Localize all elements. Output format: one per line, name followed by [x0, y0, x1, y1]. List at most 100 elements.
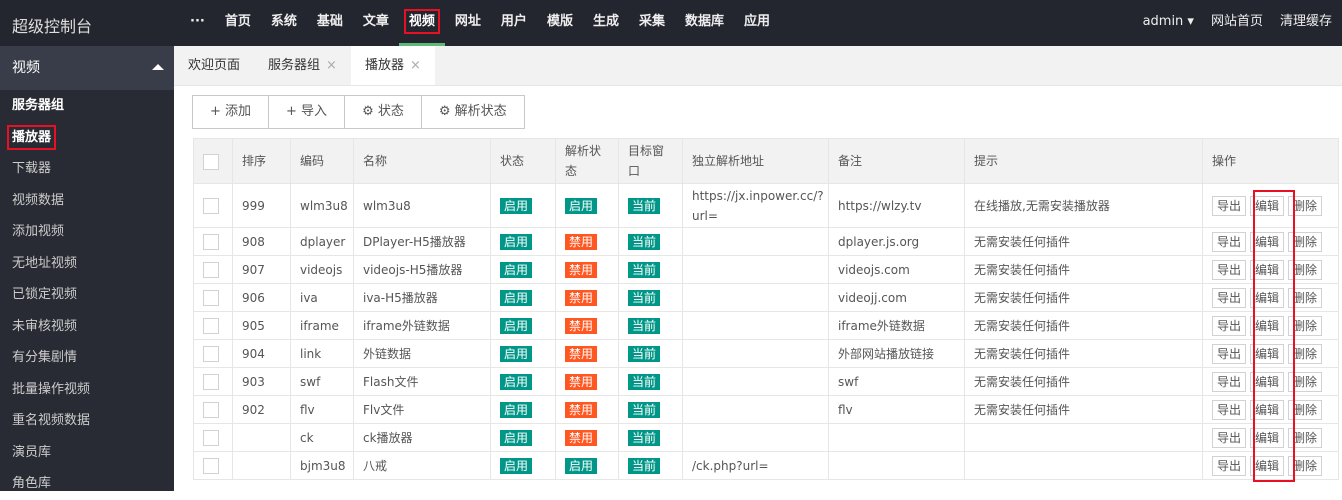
edit-button[interactable]: 编辑: [1250, 231, 1285, 252]
status-badge[interactable]: 禁用: [565, 373, 598, 390]
row-checkbox[interactable]: [203, 373, 219, 390]
delete-button[interactable]: 删除: [1288, 371, 1323, 392]
status-badge[interactable]: 禁用: [565, 345, 598, 362]
parse-status-button[interactable]: ⚙ 解析状态: [422, 96, 524, 128]
status-badge[interactable]: 禁用: [565, 233, 598, 250]
export-button[interactable]: 导出: [1212, 399, 1247, 420]
delete-button[interactable]: 删除: [1288, 259, 1323, 280]
status-badge[interactable]: 启用: [500, 233, 533, 250]
status-badge[interactable]: 启用: [500, 197, 533, 214]
edit-button[interactable]: 编辑: [1250, 343, 1285, 364]
status-badge[interactable]: 启用: [565, 457, 598, 474]
delete-button[interactable]: 删除: [1288, 315, 1323, 336]
status-badge[interactable]: 当前: [628, 261, 661, 278]
row-checkbox[interactable]: [203, 317, 219, 334]
nav-item[interactable]: 采集: [629, 0, 675, 46]
export-button[interactable]: 导出: [1212, 287, 1247, 308]
status-badge[interactable]: 禁用: [565, 401, 598, 418]
export-button[interactable]: 导出: [1212, 371, 1247, 392]
checkbox[interactable]: [203, 153, 219, 170]
close-icon[interactable]: ×: [326, 58, 337, 73]
sidebar-item[interactable]: 无地址视频: [0, 248, 174, 280]
status-badge[interactable]: 当前: [628, 373, 661, 390]
nav-item[interactable]: 数据库: [675, 0, 734, 46]
delete-button[interactable]: 删除: [1288, 427, 1323, 448]
status-badge[interactable]: 启用: [500, 289, 533, 306]
nav-item[interactable]: 视频: [398, 0, 445, 46]
sidebar-item[interactable]: 重名视频数据: [0, 405, 174, 437]
row-checkbox[interactable]: [203, 261, 219, 278]
sidebar-item[interactable]: 添加视频: [0, 216, 174, 248]
sidebar-item[interactable]: 有分集剧情: [0, 342, 174, 374]
status-badge[interactable]: 禁用: [565, 289, 598, 306]
import-button[interactable]: + 导入: [269, 96, 346, 128]
delete-button[interactable]: 删除: [1288, 195, 1323, 216]
edit-button[interactable]: 编辑: [1250, 399, 1285, 420]
status-badge[interactable]: 当前: [628, 233, 661, 250]
delete-button[interactable]: 删除: [1288, 399, 1323, 420]
export-button[interactable]: 导出: [1212, 195, 1247, 216]
status-button[interactable]: ⚙ 状态: [345, 96, 422, 128]
tab[interactable]: 服务器组 ×: [254, 46, 351, 85]
sidebar-item[interactable]: 已锁定视频: [0, 279, 174, 311]
nav-item[interactable]: 网址: [445, 0, 491, 46]
status-badge[interactable]: 启用: [565, 197, 598, 214]
status-badge[interactable]: 启用: [500, 345, 533, 362]
tab[interactable]: 播放器 ×: [350, 46, 435, 85]
edit-button[interactable]: 编辑: [1250, 195, 1285, 216]
edit-button[interactable]: 编辑: [1250, 371, 1285, 392]
clear-cache-link[interactable]: 清理缓存: [1280, 0, 1332, 43]
nav-item[interactable]: 文章: [353, 0, 399, 46]
status-badge[interactable]: 禁用: [565, 429, 598, 446]
nav-item[interactable]: 首页: [215, 0, 261, 46]
status-badge[interactable]: 当前: [628, 345, 661, 362]
status-badge[interactable]: 禁用: [565, 261, 598, 278]
add-button[interactable]: + 添加: [193, 96, 270, 128]
export-button[interactable]: 导出: [1212, 455, 1247, 476]
status-badge[interactable]: 启用: [500, 401, 533, 418]
export-button[interactable]: 导出: [1212, 231, 1247, 252]
sidebar-item[interactable]: 服务器组: [0, 90, 174, 122]
status-badge[interactable]: 禁用: [565, 317, 598, 334]
edit-button[interactable]: 编辑: [1250, 287, 1285, 308]
edit-button[interactable]: 编辑: [1250, 455, 1285, 476]
tab[interactable]: 欢迎页面: [174, 46, 254, 85]
nav-item[interactable]: 系统: [261, 0, 307, 46]
nav-item[interactable]: 生成: [583, 0, 629, 46]
nav-item[interactable]: 用户: [491, 0, 537, 46]
sidebar-item[interactable]: 视频数据: [0, 185, 174, 217]
status-badge[interactable]: 启用: [500, 429, 533, 446]
select-all[interactable]: [193, 138, 233, 184]
export-button[interactable]: 导出: [1212, 259, 1247, 280]
status-badge[interactable]: 当前: [628, 457, 661, 474]
edit-button[interactable]: 编辑: [1250, 259, 1285, 280]
edit-button[interactable]: 编辑: [1250, 315, 1285, 336]
user-menu[interactable]: admin ▾: [1143, 0, 1194, 43]
status-badge[interactable]: 启用: [500, 317, 533, 334]
delete-button[interactable]: 删除: [1288, 343, 1323, 364]
nav-more[interactable]: ···: [180, 0, 215, 46]
status-badge[interactable]: 当前: [628, 429, 661, 446]
export-button[interactable]: 导出: [1212, 427, 1247, 448]
edit-button[interactable]: 编辑: [1250, 427, 1285, 448]
sidebar-item[interactable]: 演员库: [0, 437, 174, 469]
status-badge[interactable]: 当前: [628, 401, 661, 418]
row-checkbox[interactable]: [203, 289, 219, 306]
sidebar-item[interactable]: 未审核视频: [0, 311, 174, 343]
status-badge[interactable]: 启用: [500, 261, 533, 278]
delete-button[interactable]: 删除: [1288, 455, 1323, 476]
status-badge[interactable]: 启用: [500, 457, 533, 474]
delete-button[interactable]: 删除: [1288, 231, 1323, 252]
sidebar-section-video[interactable]: 视频: [0, 46, 174, 90]
row-checkbox[interactable]: [203, 429, 219, 446]
site-home-link[interactable]: 网站首页: [1211, 0, 1263, 43]
status-badge[interactable]: 当前: [628, 197, 661, 214]
status-badge[interactable]: 当前: [628, 289, 661, 306]
status-badge[interactable]: 当前: [628, 317, 661, 334]
sidebar-item[interactable]: 播放器: [0, 122, 174, 154]
nav-item[interactable]: 模版: [537, 0, 583, 46]
sidebar-item[interactable]: 下载器: [0, 153, 174, 185]
close-icon[interactable]: ×: [410, 58, 421, 73]
export-button[interactable]: 导出: [1212, 343, 1247, 364]
nav-item[interactable]: 基础: [307, 0, 353, 46]
